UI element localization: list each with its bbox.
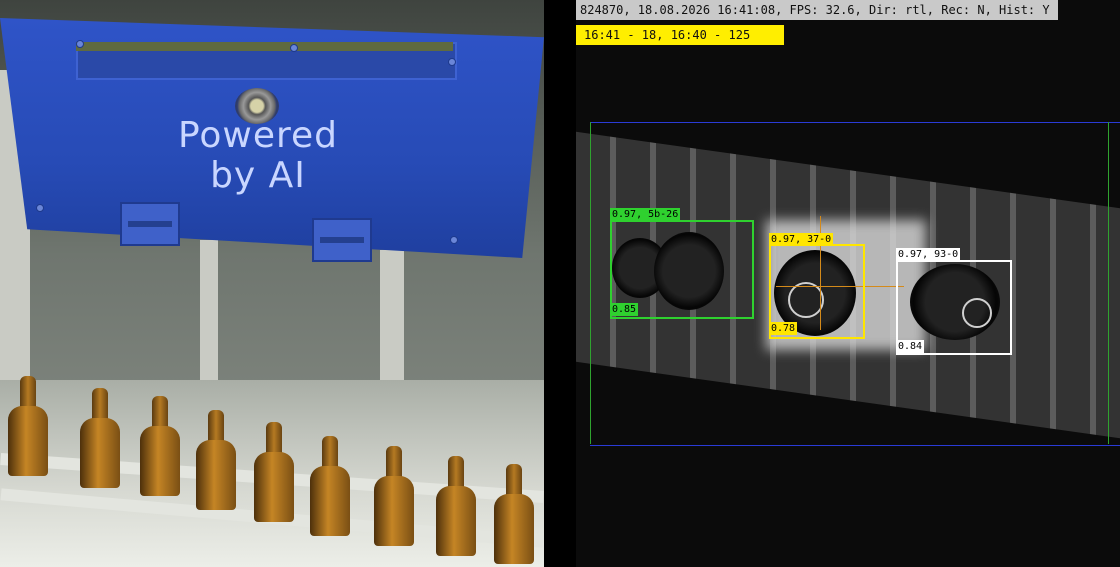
detection-label: 0.97, 5b-26 (610, 208, 681, 221)
panel-divider (544, 0, 576, 567)
bottle (80, 388, 120, 488)
plate-text-line1: Powered (177, 115, 339, 156)
hinge-icon (120, 202, 180, 246)
hinge-icon (312, 218, 372, 262)
bolt-icon (290, 44, 298, 52)
detection-score: 0.78 (769, 322, 798, 335)
bottle (374, 446, 414, 546)
bolt-icon (450, 236, 458, 244)
camera-inspection-view: 824870, 18.08.2026 16:41:08, FPS: 32.6, … (576, 0, 1120, 567)
bottle (196, 410, 236, 510)
camera-status-bar: 824870, 18.08.2026 16:41:08, FPS: 32.6, … (576, 0, 1058, 20)
machine-frame-post (200, 240, 218, 390)
roi-left-edge (590, 122, 591, 444)
bolt-icon (36, 204, 44, 212)
factory-photo-panel: Powered by AI (0, 0, 544, 567)
detection-score: 0.84 (896, 340, 925, 353)
bottle (254, 422, 294, 522)
bottle (310, 436, 350, 536)
detection-label: 0.97, 93-0 (896, 248, 961, 261)
plate-bar (76, 42, 453, 51)
detection-score: 0.85 (610, 303, 639, 316)
bottle (436, 456, 476, 556)
roi-right-edge (1108, 122, 1109, 444)
plate-text-line2: by AI (210, 155, 306, 196)
bottle (140, 396, 180, 496)
bottle (494, 464, 534, 564)
bottle-counter-bar: 16:41 - 18, 16:40 - 125 (576, 25, 784, 45)
bottle (8, 376, 48, 476)
powered-by-ai-label: Powered by AI (128, 116, 388, 196)
bolt-icon (448, 58, 456, 66)
bolt-icon (76, 40, 84, 48)
detection-label: 0.97, 37-0 (769, 233, 834, 246)
